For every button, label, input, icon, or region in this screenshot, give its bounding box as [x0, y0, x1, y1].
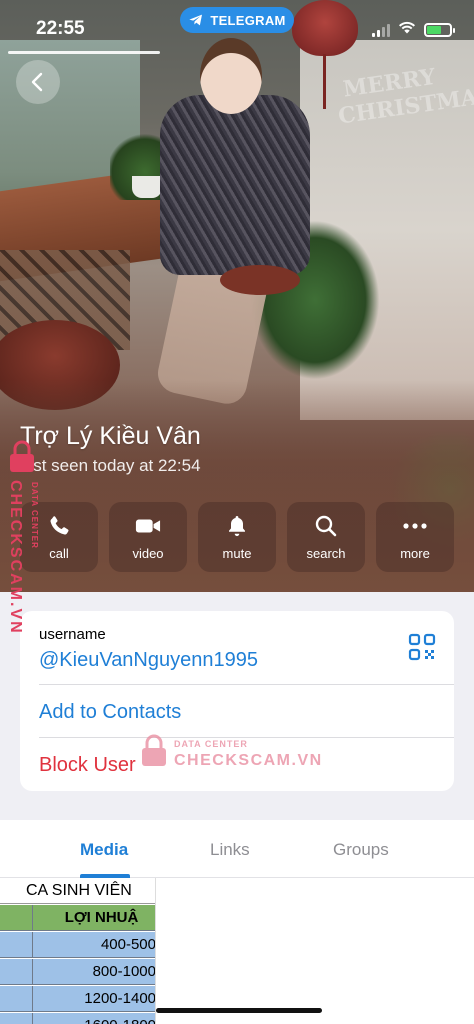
sheet-row: 400-500	[0, 932, 155, 958]
lock-icon	[142, 734, 166, 766]
qr-code-icon[interactable]	[408, 633, 436, 661]
sheet-header-row: LỢI NHUẬ	[0, 905, 155, 931]
watermark-sub: DATA CENTER	[30, 482, 39, 549]
status-icons	[372, 20, 455, 39]
home-indicator[interactable]	[156, 1008, 322, 1013]
phone-icon	[50, 515, 69, 534]
more-button[interactable]: more	[376, 502, 454, 572]
media-thumbnail[interactable]: CA SINH VIÊN LỢI NHUẬ 400-500 800-1000 1…	[0, 878, 156, 1024]
sheet-row: 1600-1800	[0, 1013, 155, 1024]
more-label: more	[400, 545, 430, 561]
chevron-left-icon	[31, 72, 43, 92]
telegram-icon	[189, 14, 203, 26]
add-to-contacts-label: Add to Contacts	[39, 701, 182, 723]
mute-label: mute	[222, 545, 252, 561]
tab-groups[interactable]: Groups	[333, 840, 389, 860]
photo-lantern-tassel	[323, 54, 326, 109]
sheet-title: CA SINH VIÊN	[0, 878, 155, 904]
call-label: call	[49, 545, 69, 561]
add-to-contacts-button[interactable]: Add to Contacts	[20, 685, 454, 738]
mute-button[interactable]: mute	[198, 502, 276, 572]
search-icon	[315, 515, 337, 536]
telegram-pill-label: TELEGRAM	[210, 12, 286, 28]
telegram-pill[interactable]: TELEGRAM	[180, 7, 294, 33]
status-time: 22:55	[36, 18, 85, 39]
ellipsis-icon	[403, 522, 427, 529]
video-label: video	[132, 545, 164, 561]
profile-name: Trợ Lý Kiều Vân	[20, 422, 201, 450]
photo-wall-decal: MERRY CHRISTMAS	[336, 63, 474, 130]
username-value[interactable]: @KieuVanNguyenn1995	[39, 649, 258, 672]
status-bar: 22:55 TELEGRAM	[0, 0, 474, 58]
username-label: username	[39, 626, 106, 643]
video-button[interactable]: video	[109, 502, 187, 572]
block-user-label: Block User	[39, 754, 136, 776]
profile-last-seen: last seen today at 22:54	[20, 456, 201, 475]
wifi-icon	[398, 20, 416, 39]
watermark-brand: CHECKSCAM.VN	[7, 480, 24, 635]
profile-actions: call video mute search more	[20, 502, 454, 572]
sheet-cell: 1600-1800	[33, 1013, 155, 1024]
sheet-cell: 1200-1400	[33, 986, 155, 1011]
sheet-cell: 400-500	[33, 932, 155, 957]
photo-person-body	[160, 95, 310, 275]
photo-stool-right	[220, 265, 300, 295]
tab-links[interactable]: Links	[210, 840, 250, 860]
search-button[interactable]: search	[287, 502, 365, 572]
sheet-cell: 800-1000	[33, 959, 155, 984]
status-progress	[8, 51, 160, 54]
tab-media[interactable]: Media	[80, 840, 128, 860]
watermark-vertical: CHECKSCAM.VN DATA CENTER	[4, 440, 44, 640]
username-row[interactable]: username @KieuVanNguyenn1995	[20, 611, 454, 684]
sheet-row: 800-1000	[0, 959, 155, 985]
search-label: search	[306, 545, 346, 561]
bell-icon	[229, 515, 245, 536]
lock-icon	[10, 440, 34, 472]
photo-pot	[132, 176, 162, 198]
video-camera-icon	[135, 519, 161, 532]
signal-icon	[372, 23, 390, 37]
watermark-sub: DATA CENTER	[174, 739, 248, 749]
sheet-header-cell: LỢI NHUẬ	[33, 905, 155, 930]
sheet-row: 1200-1400	[0, 986, 155, 1012]
back-button[interactable]	[16, 60, 60, 104]
watermark-center: DATA CENTER CHECKSCAM.VN	[140, 734, 323, 774]
shared-media-tabs: Media Links Groups	[0, 820, 474, 878]
watermark-brand: CHECKSCAM.VN	[174, 752, 323, 769]
battery-icon	[424, 22, 455, 37]
